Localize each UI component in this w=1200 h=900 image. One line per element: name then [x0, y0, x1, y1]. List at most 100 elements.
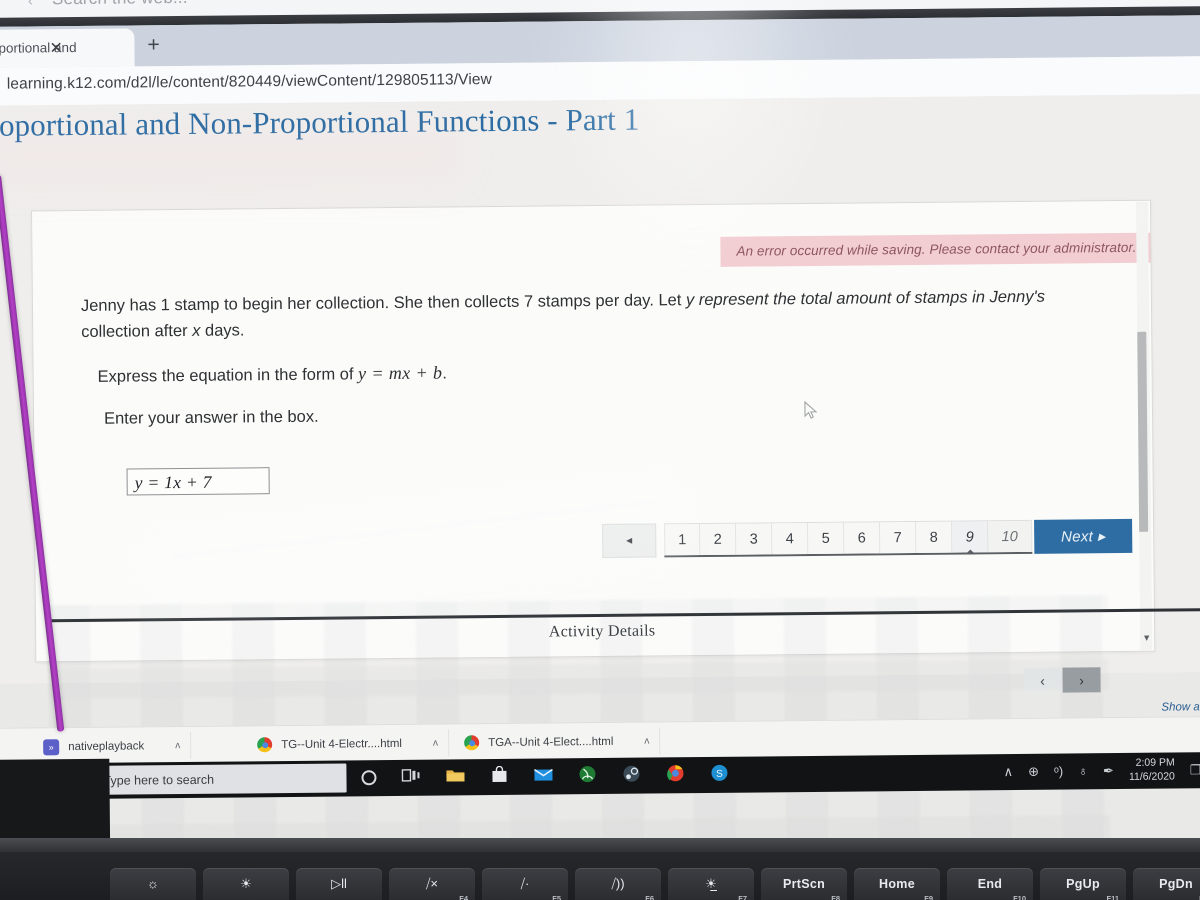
mouse-cursor: [804, 400, 818, 419]
keyboard-key-f9[interactable]: Home F9: [854, 868, 940, 900]
pen-icon[interactable]: ✒: [1103, 763, 1114, 779]
pagination-prev-button[interactable]: ◄: [602, 523, 657, 558]
keyboard-key-label: End: [977, 877, 1003, 891]
keyboard-key-label: Home: [879, 877, 915, 891]
mail-icon[interactable]: [533, 765, 553, 783]
keyboard-key-f6[interactable]: ⧸)) F6: [575, 868, 661, 900]
card-scrollbar-thumb[interactable]: [1137, 331, 1149, 532]
clock[interactable]: 2:09 PM 11/6/2020: [1129, 756, 1175, 784]
question-prompt-part2: represent the total amount of stamps in …: [694, 287, 1046, 310]
error-banner: An error occurred while saving. Please c…: [720, 232, 1151, 267]
download-item[interactable]: TGA--Unit 4-Elect....html ʌ: [454, 727, 661, 757]
pagination-page-3[interactable]: 3: [736, 523, 773, 555]
notification-center-icon[interactable]: ❐: [1190, 762, 1200, 778]
keyboard-key-fn-label: F4: [459, 894, 468, 900]
system-tray: ∧ ⊕ ᵒ) ♁ ✒ 2:09 PM 11/6/2020 ❐: [1003, 756, 1200, 785]
skype-icon[interactable]: S: [709, 764, 729, 782]
keyboard-key-f8[interactable]: PrtScn F8: [761, 868, 847, 900]
question-pagination: ◄ 1 2 3 4 5 6 7 8 9 10 Next ▸: [602, 518, 1133, 558]
pagination-page-2[interactable]: 2: [700, 523, 737, 556]
page-body: Proportional and Non-Proportional Functi…: [0, 94, 1200, 850]
keyboard-key-label: PgDn: [1159, 877, 1193, 891]
close-icon[interactable]: ✕: [49, 38, 63, 58]
question-prompt-part1: Jenny has 1 stamp to begin her collectio…: [80, 291, 687, 315]
keyboard-key-fn-label: F7: [738, 894, 747, 900]
keyboard-key-label: ⧸)): [611, 876, 625, 891]
keyboard-key-fn-label: F10: [1013, 894, 1026, 900]
express-instruction: Express the equation in the form of y = …: [98, 362, 448, 386]
pagination-page-4[interactable]: 4: [772, 523, 809, 555]
activity-nav-arrows: ‹ ›: [1023, 667, 1101, 693]
keyboard-key-f4[interactable]: ⧸× F4: [389, 868, 475, 900]
keyboard-key-label: PgUp: [1066, 877, 1100, 891]
xbox-icon[interactable]: [577, 765, 597, 783]
taskbar-search-input[interactable]: Type here to search: [71, 763, 347, 796]
chevron-up-icon[interactable]: ʌ: [175, 740, 180, 751]
steam-icon[interactable]: [621, 765, 641, 783]
pagination-page-10[interactable]: 10: [988, 520, 1033, 553]
activity-details-label[interactable]: Activity Details: [0, 617, 1200, 647]
volume-icon[interactable]: ᵒ): [1054, 764, 1063, 779]
browser-tab[interactable]: roportional and ✕: [0, 28, 135, 69]
keyboard-key-f10[interactable]: End F10: [947, 868, 1033, 900]
upper-window-search-text: Search the web...: [52, 0, 188, 9]
new-tab-button[interactable]: +: [147, 33, 159, 57]
file-explorer-icon[interactable]: [445, 766, 465, 784]
pagination-page-7[interactable]: 7: [880, 521, 917, 554]
keyboard-key--ll[interactable]: ▷ll: [296, 868, 382, 900]
question-prompt-part4: days.: [200, 320, 245, 340]
express-instruction-period: .: [442, 364, 448, 383]
clock-time: 2:09 PM: [1135, 756, 1175, 769]
download-item[interactable]: TG--Unit 4-Electr....html ʌ: [247, 729, 450, 759]
question-prompt: Jenny has 1 stamp to begin her collectio…: [81, 284, 1161, 345]
pagination-page-1[interactable]: 1: [664, 524, 701, 556]
svg-text:S: S: [716, 769, 723, 780]
keyboard-key-f5[interactable]: ⧸· F5: [482, 868, 568, 900]
keyboard-key-f7[interactable]: ☀̲ F7: [668, 868, 754, 900]
tray-overflow-icon[interactable]: ∧: [1003, 764, 1013, 780]
keyboard-key-fn-label: F8: [831, 894, 840, 900]
chrome-file-icon: [464, 735, 480, 751]
pagination-page-5[interactable]: 5: [808, 522, 845, 555]
chevron-up-icon[interactable]: ʌ: [433, 738, 438, 749]
keyboard-key-f12[interactable]: PgDnF12: [1133, 868, 1200, 900]
keyboard-key-label: ☀̲: [705, 876, 717, 891]
next-button[interactable]: Next ▸: [1034, 518, 1133, 554]
card-scrollbar-track[interactable]: [1135, 201, 1153, 650]
keyboard-key-label: PrtScn: [782, 877, 826, 891]
keyboard-key-label: ☀: [240, 876, 252, 891]
keyboard-key-label: ☼: [147, 876, 159, 891]
chrome-icon[interactable]: [665, 764, 685, 782]
chevron-up-icon[interactable]: ʌ: [644, 736, 649, 747]
keyboard-key-fn-label: F6: [645, 894, 654, 900]
keyboard-key--[interactable]: ☀: [203, 868, 289, 900]
keyboard-key--[interactable]: ☼: [110, 868, 196, 900]
show-all-downloads-link[interactable]: Show all: [1161, 701, 1200, 713]
keyboard-key-fn-label: F9: [924, 894, 933, 900]
task-view-icon[interactable]: [401, 767, 421, 785]
previous-activity-button[interactable]: ‹: [1023, 667, 1062, 693]
back-chevron-icon: ‹: [27, 0, 34, 10]
keyboard-key-fn-label: F11: [1106, 894, 1119, 900]
pagination-page-8[interactable]: 8: [916, 521, 953, 553]
cortana-icon[interactable]: [361, 770, 377, 786]
pagination-page-9[interactable]: 9: [952, 521, 989, 553]
keyboard-key-label: ▷ll: [331, 876, 347, 891]
network-icon[interactable]: ⊕: [1028, 763, 1039, 779]
chrome-file-icon: [257, 737, 273, 753]
browser-tab-title: roportional and: [0, 40, 77, 56]
pagination-page-6[interactable]: 6: [844, 522, 881, 554]
page-title: Proportional and Non-Proportional Functi…: [0, 101, 640, 144]
globe-icon[interactable]: ♁: [1078, 763, 1088, 778]
download-item[interactable]: » nativeplayback ʌ: [33, 731, 192, 761]
next-activity-button[interactable]: ›: [1062, 667, 1101, 693]
taskbar-search-placeholder: Type here to search: [103, 772, 215, 788]
physical-keyboard: ☼ ☀ ▷ll ⧸× F4 ⧸· F5 ⧸)) F6 ☀̲ F7 PrtScn F8 Home F9 End F…: [0, 838, 1200, 900]
screen-surface: ‹ Search the web... roportional and ✕ + …: [0, 0, 1200, 850]
download-item-label: nativeplayback: [68, 739, 145, 753]
microsoft-store-icon[interactable]: [489, 765, 509, 784]
answer-input[interactable]: y = 1x + 7: [126, 467, 270, 496]
download-item-label: TGA--Unit 4-Elect....html: [488, 735, 614, 749]
keyboard-key-label: ⧸·: [520, 876, 530, 891]
keyboard-key-f11[interactable]: PgUp F11: [1040, 868, 1126, 900]
